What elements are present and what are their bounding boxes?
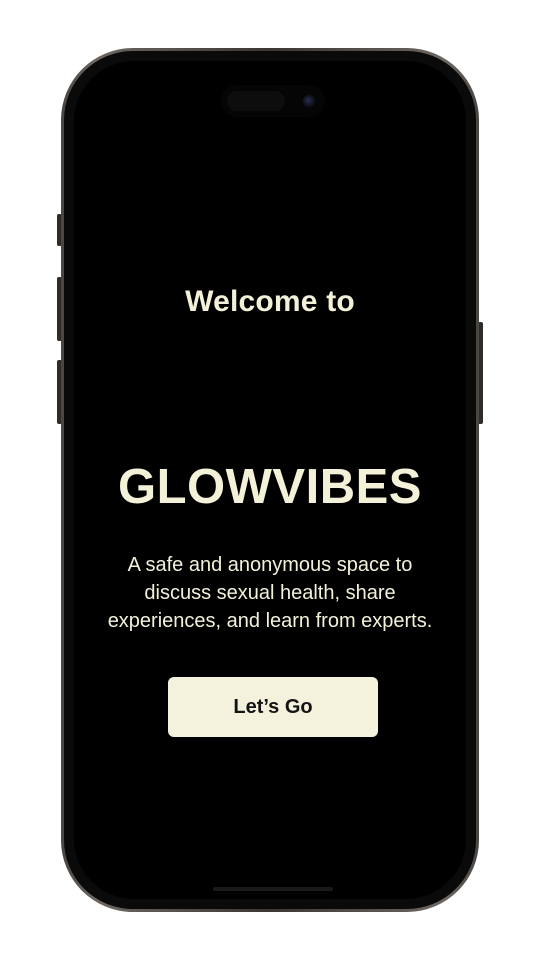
dynamic-island: [221, 85, 325, 117]
home-indicator: [213, 887, 333, 891]
welcome-heading: Welcome to: [185, 285, 355, 318]
device-mockup: Welcome to GLOWVIBES A safe and anonymou…: [0, 0, 540, 960]
phone-frame: Welcome to GLOWVIBES A safe and anonymou…: [61, 48, 479, 912]
app-name-title: GLOWVIBES: [118, 460, 422, 514]
phone-bezel: Welcome to GLOWVIBES A safe and anonymou…: [64, 51, 476, 909]
island-sensor: [227, 91, 285, 111]
welcome-screen: Welcome to GLOWVIBES A safe and anonymou…: [74, 61, 466, 899]
lets-go-button[interactable]: Let’s Go: [168, 677, 378, 737]
front-camera-icon: [303, 95, 315, 107]
tagline-text: A safe and anonymous space to discuss se…: [107, 554, 433, 632]
